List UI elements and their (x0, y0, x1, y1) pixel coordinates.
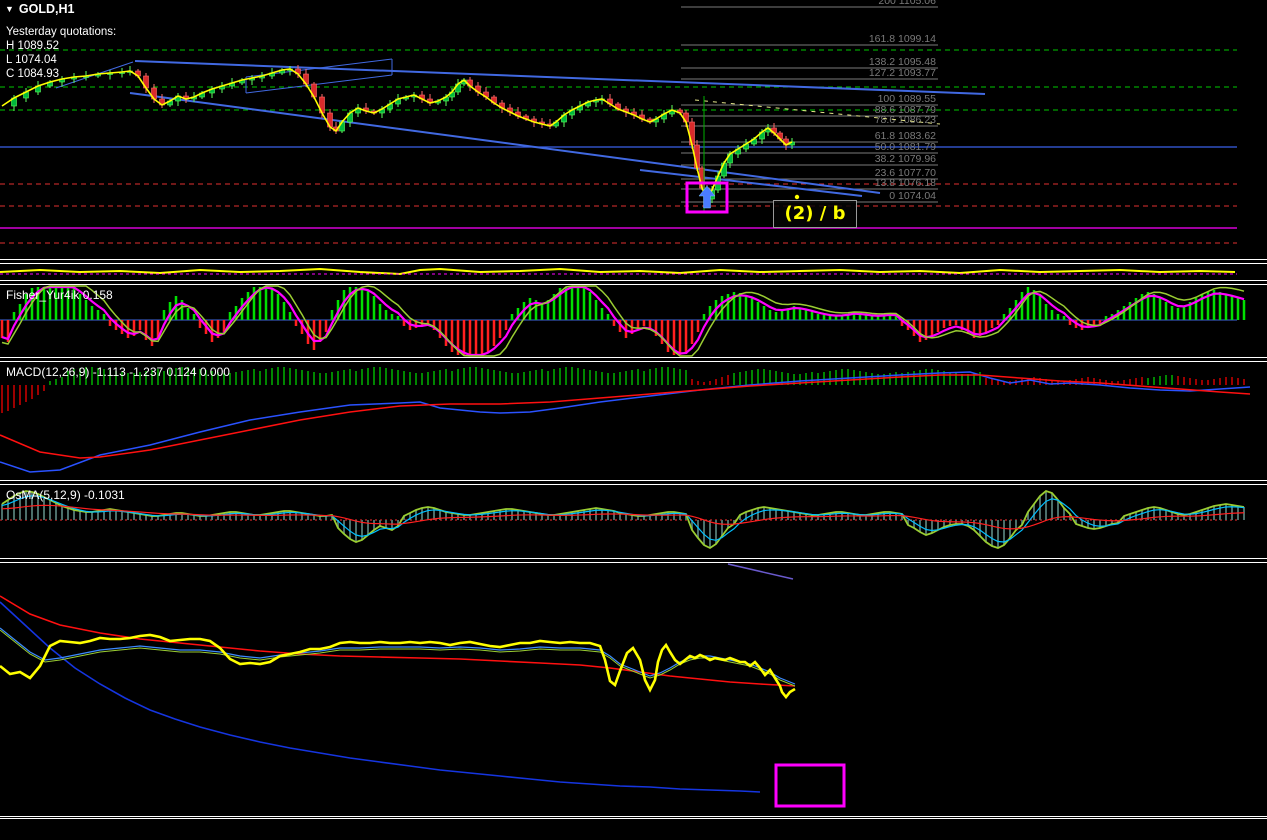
fib-level-label: 50.0 1081.79 (875, 141, 936, 153)
mt4-chart-window: 200 1105.06 161.8 1099.14 138.2 1095.48 127… (0, 0, 1267, 840)
fib-level-label: 127.2 1093.77 (869, 67, 936, 79)
fib-level-label: 13.8 1076.18 (875, 177, 936, 189)
time-axis[interactable] (0, 818, 1237, 840)
price-axis[interactable] (1237, 0, 1267, 818)
chart-canvas[interactable]: 200 1105.06161.8 1099.14138.2 1095.48127… (0, 0, 1267, 840)
fib-level-label: 78.6 1086.23 (875, 114, 936, 126)
fib-level-label: 161.8 1099.14 (869, 33, 936, 45)
fib-level-label: 200 1105.06 (878, 0, 936, 7)
fib-level-label: 0 1074.04 (889, 190, 936, 202)
fib-level-label: 38.2 1079.96 (875, 153, 936, 165)
wave-dot (794, 194, 800, 200)
